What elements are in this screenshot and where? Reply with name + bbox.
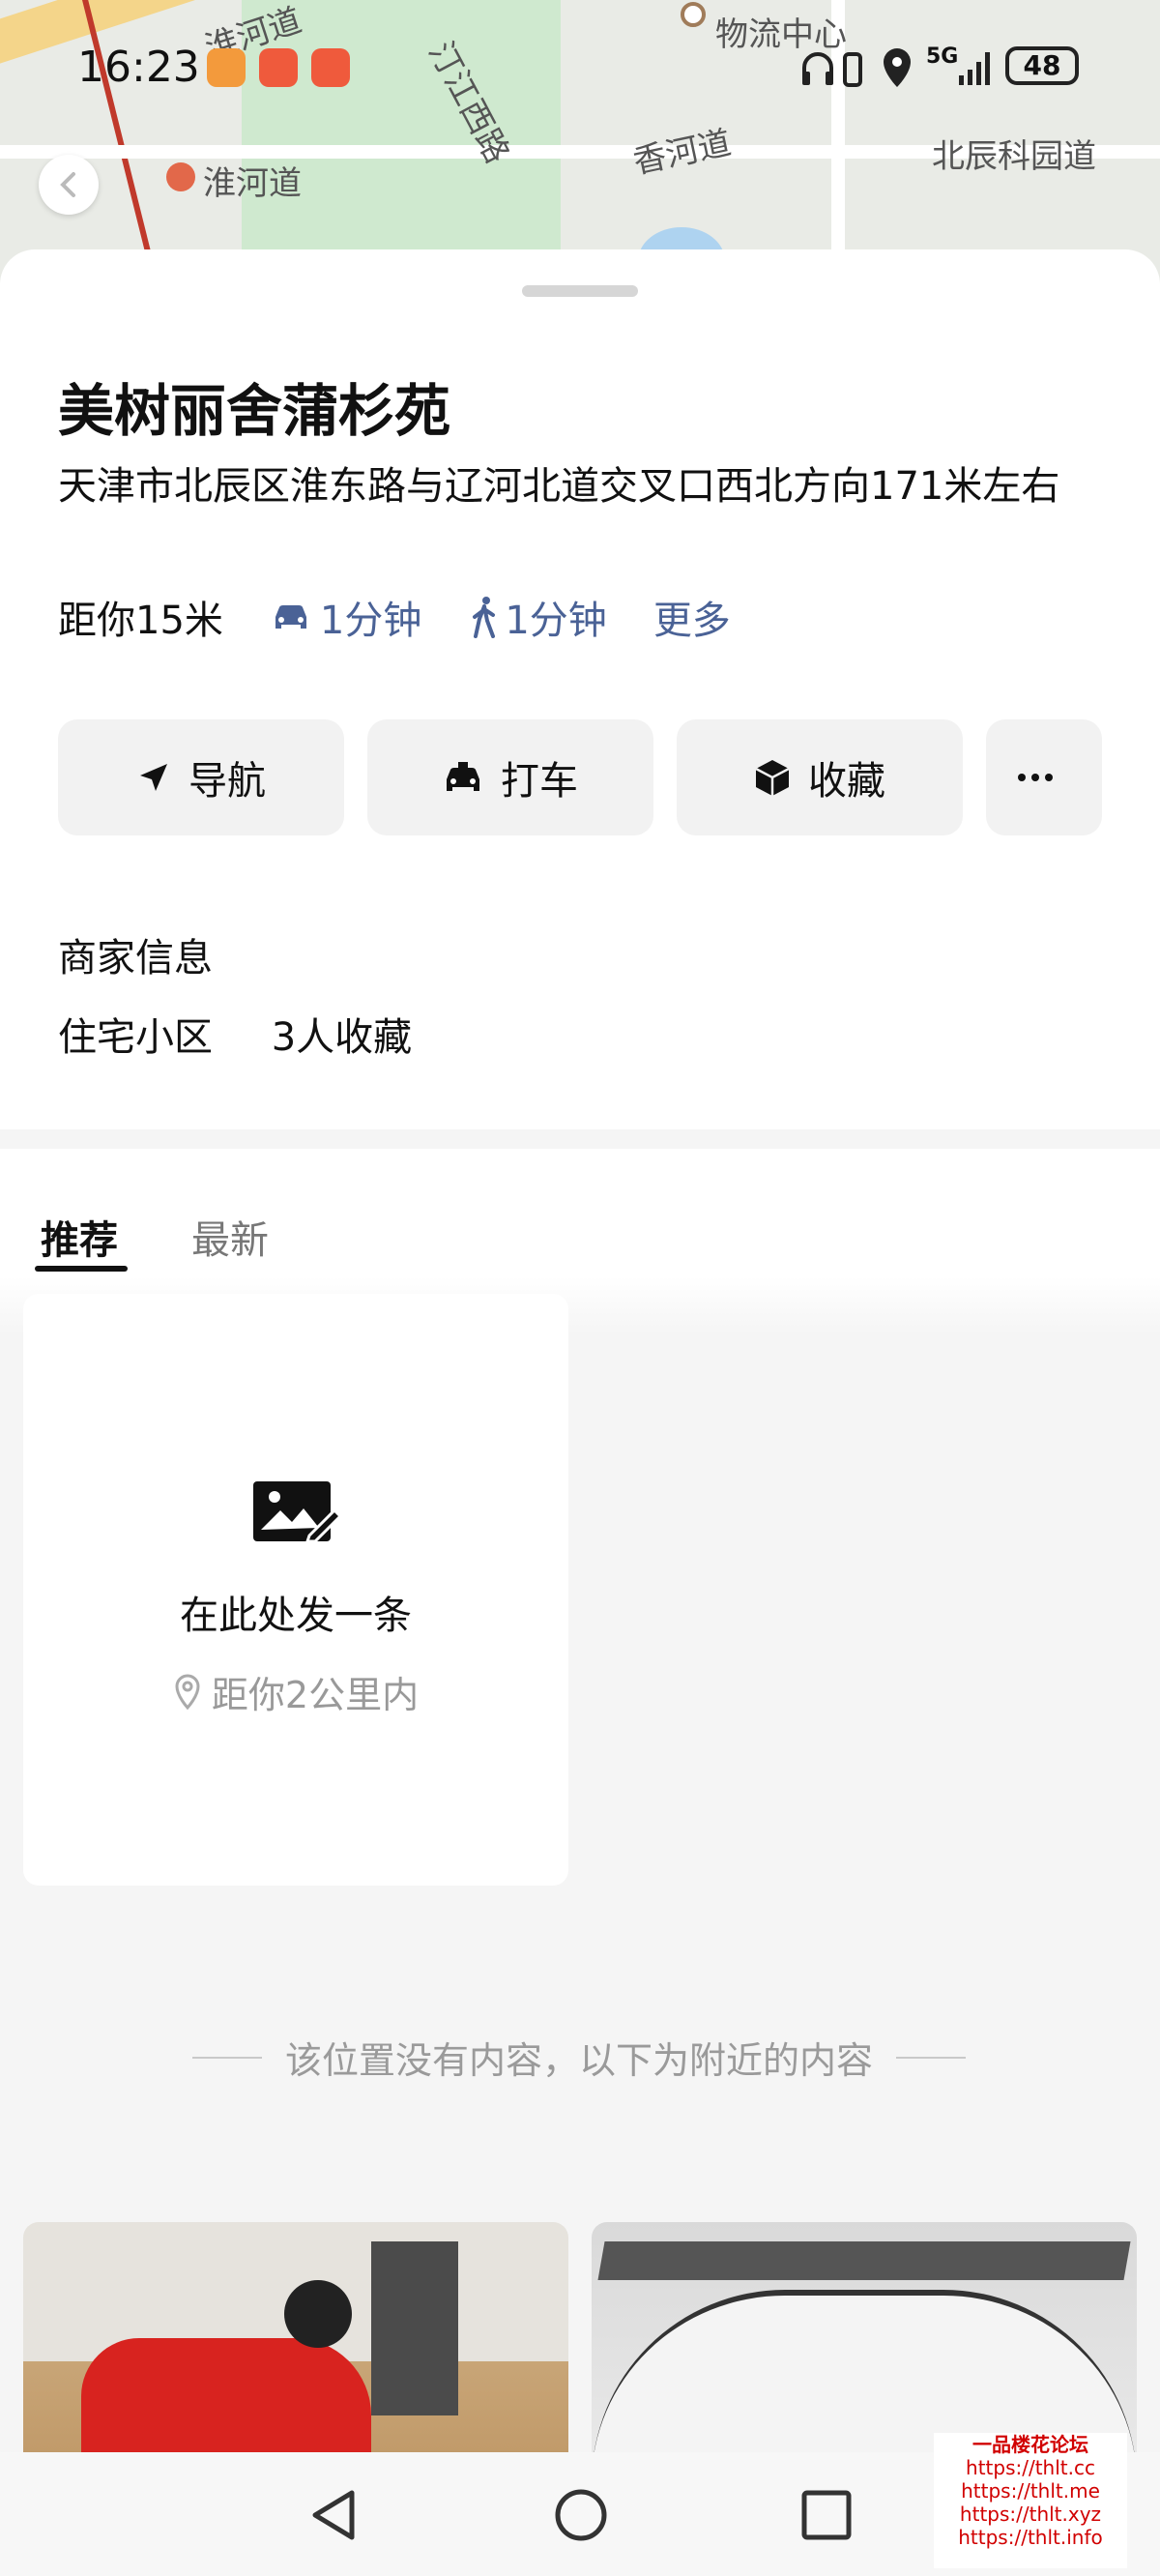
post-range-label: 距你2公里内 <box>211 1674 420 1716</box>
place-title: 美树丽舍蒲杉苑 <box>58 378 451 444</box>
status-bar: 16:23 5G 48 <box>0 39 1160 106</box>
more-link[interactable]: 更多 <box>653 589 731 645</box>
nav-back-icon[interactable] <box>307 2487 360 2543</box>
status-time: 16:23 <box>77 43 200 92</box>
nav-home-icon[interactable] <box>553 2487 609 2543</box>
watermark-line: https://thlt.me <box>961 2479 1100 2503</box>
sheet-drag-handle[interactable] <box>522 285 638 297</box>
nearby-divider: 该位置没有内容，以下为附近的内容 <box>160 2031 998 2084</box>
watermark-line: https://thlt.cc <box>966 2456 1095 2479</box>
active-tab-indicator <box>35 1266 128 1272</box>
photo-furniture <box>371 2241 458 2415</box>
navigate-label: 导航 <box>188 759 266 804</box>
content-tabs: 推荐 最新 <box>0 1149 1160 1284</box>
map-label: 北辰科园道 <box>932 137 1096 176</box>
merchant-type: 住宅小区 <box>58 1015 213 1060</box>
divider-line <box>191 2056 262 2059</box>
nearby-divider-text: 该位置没有内容，以下为附近的内容 <box>284 2039 873 2082</box>
network-type: 5G <box>926 44 959 69</box>
box-icon <box>755 760 790 796</box>
back-button[interactable] <box>39 155 99 215</box>
navigate-button[interactable]: 导航 <box>58 719 344 835</box>
favorite-button[interactable]: 收藏 <box>677 719 963 835</box>
watermark-line: 一品楼花论坛 <box>972 2433 1088 2456</box>
headphones-icon <box>802 52 862 87</box>
merchant-info: 住宅小区 3人收藏 <box>58 1006 412 1062</box>
signal-icon <box>959 52 990 85</box>
notification-app-icon <box>259 48 298 87</box>
taxi-icon <box>447 762 479 791</box>
chevron-left-icon <box>60 172 75 197</box>
tab-recommend[interactable]: 推荐 <box>41 1209 118 1265</box>
walk-icon <box>473 597 496 638</box>
battery-icon: 48 <box>1005 46 1079 85</box>
photo-windshield <box>597 2241 1131 2280</box>
watermark-line: https://thlt.xyz <box>959 2503 1102 2526</box>
post-here-title: 在此处发一条 <box>180 1594 412 1638</box>
walk-time[interactable]: 1分钟 <box>470 589 607 645</box>
more-actions-button[interactable] <box>986 719 1102 835</box>
taxi-button[interactable]: 打车 <box>367 719 653 835</box>
map-poi-icon <box>681 2 706 27</box>
nav-recents-icon[interactable] <box>800 2489 853 2541</box>
place-address: 天津市北辰区淮东路与辽河北道交叉口西北方向171米左右 <box>58 464 1060 509</box>
more-icon <box>1018 774 1053 781</box>
car-icon <box>275 605 306 629</box>
image-edit-icon <box>253 1481 340 1543</box>
favorite-count: 3人收藏 <box>271 1015 413 1060</box>
notification-app-icon <box>207 48 246 87</box>
post-range: 距你2公里内 <box>23 1665 568 1718</box>
navigation-arrow-icon <box>140 764 167 791</box>
location-pin-icon <box>175 1673 200 1710</box>
metro-station-icon <box>166 162 195 191</box>
distance-text: 距你15米 <box>58 599 223 643</box>
tab-latest[interactable]: 最新 <box>191 1209 269 1265</box>
post-here-card[interactable]: 在此处发一条 距你2公里内 <box>23 1294 568 1886</box>
taxi-label: 打车 <box>501 759 578 804</box>
notification-app-icon <box>311 48 350 87</box>
place-detail-sheet: 美树丽舍蒲杉苑 天津市北辰区淮东路与辽河北道交叉口西北方向171米左右 距你15… <box>0 249 1160 1129</box>
merchant-info-title: 商家信息 <box>58 936 213 981</box>
place-meta: 距你15米 1分钟 1分钟 更多 <box>58 588 731 646</box>
watermark: 一品楼花论坛 https://thlt.cc https://thlt.me h… <box>934 2433 1127 2568</box>
walk-time-label: 1分钟 <box>505 599 607 643</box>
watermark-line: https://thlt.info <box>958 2526 1103 2549</box>
location-icon <box>884 48 911 87</box>
map-label: 香河道 <box>629 123 735 183</box>
drive-time-label: 1分钟 <box>319 599 422 643</box>
drive-time[interactable]: 1分钟 <box>270 589 421 645</box>
divider-line <box>896 2056 966 2059</box>
photo-person-head <box>284 2280 352 2348</box>
favorite-label: 收藏 <box>808 759 885 804</box>
map-label: 淮河道 <box>203 164 302 203</box>
